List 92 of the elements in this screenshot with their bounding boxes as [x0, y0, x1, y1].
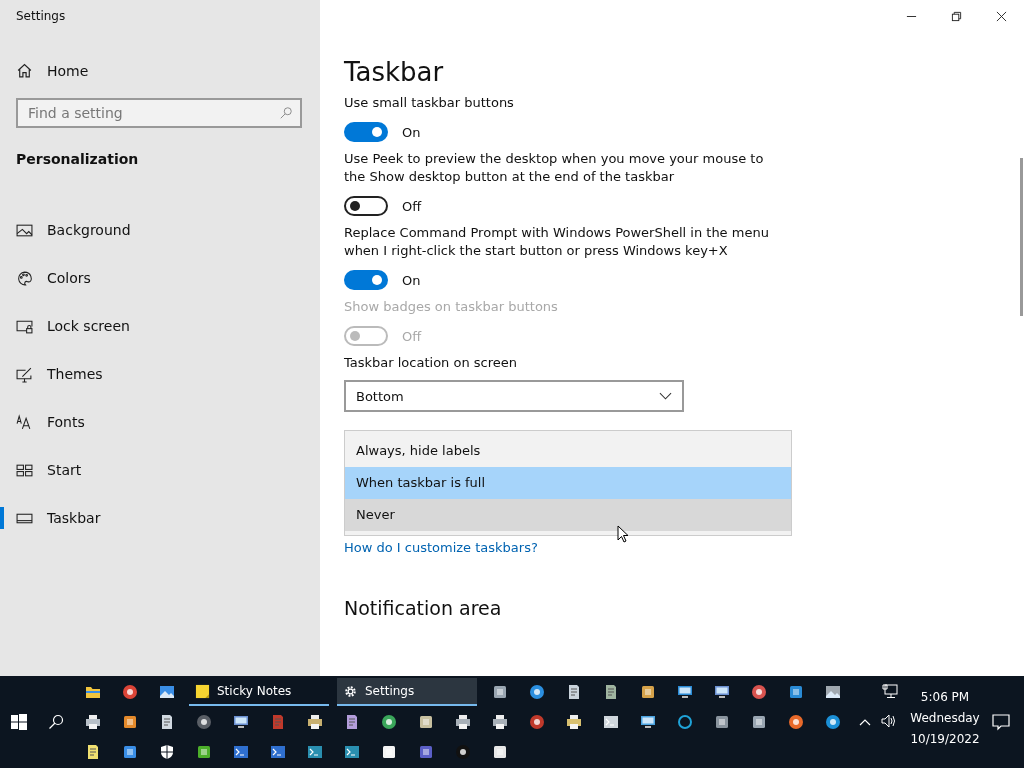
search-field[interactable]: Find a setting	[16, 98, 302, 128]
ring-icon[interactable]	[676, 714, 693, 730]
note-icon	[195, 683, 210, 699]
gear-icon	[343, 683, 358, 699]
sidebar-item[interactable]: Taskbar	[0, 494, 101, 542]
round-app-icon[interactable]	[528, 714, 545, 730]
app-tile-icon[interactable]	[417, 714, 434, 730]
sidebar-item[interactable]: Colors	[0, 254, 91, 302]
toggle-switch[interactable]	[344, 270, 388, 290]
sidebar-item[interactable]: Start	[0, 446, 82, 494]
sidebar-item[interactable]: Lock screen	[0, 302, 130, 350]
search-icon[interactable]	[47, 714, 64, 730]
round-app-icon[interactable]	[380, 714, 397, 730]
toggle-state: On	[402, 124, 421, 140]
terminal-icon[interactable]	[306, 744, 323, 760]
setting-label: Use Peek to preview the desktop when you move your mouse to the Show desktop button at the end of the taskbar	[344, 150, 765, 186]
clock-date: 10/19/2022	[910, 732, 980, 746]
round-app-icon[interactable]	[528, 684, 545, 700]
printer-icon[interactable]	[565, 714, 582, 730]
section-heading: Personalization	[16, 151, 139, 167]
round-app-icon[interactable]	[121, 684, 138, 700]
start-icon[interactable]	[10, 714, 27, 730]
dropdown-option[interactable]: Always, hide labels	[345, 435, 791, 467]
window-title: Settings	[16, 9, 66, 23]
app-tile-icon[interactable]	[713, 714, 730, 730]
shield-icon[interactable]	[158, 744, 175, 760]
help-link[interactable]: How do I customize taskbars?	[344, 540, 538, 555]
home-icon	[16, 62, 33, 79]
toggle-state: On	[402, 272, 421, 288]
app-tile-icon[interactable]	[750, 714, 767, 730]
home-link[interactable]: Home	[16, 62, 89, 79]
network-icon[interactable]	[882, 684, 898, 700]
printer-icon[interactable]	[454, 714, 471, 730]
terminal-icon[interactable]	[343, 744, 360, 760]
clock-day: Wednesday	[910, 711, 980, 725]
toggle-switch[interactable]	[344, 196, 388, 216]
search-icon	[279, 106, 293, 120]
monitor-icon[interactable]	[639, 714, 656, 730]
toggle-state: Off	[402, 328, 422, 344]
round-app-icon[interactable]	[824, 714, 841, 730]
cursor-icon	[617, 525, 629, 543]
round-app-icon[interactable]	[750, 684, 767, 700]
page-title: Taskbar	[344, 56, 444, 88]
terminal-icon[interactable]	[269, 744, 286, 760]
app-tile-icon[interactable]	[417, 744, 434, 760]
sidebar-item[interactable]: Background	[0, 206, 131, 254]
printer-icon[interactable]	[491, 714, 508, 730]
sidebar-item[interactable]: Themes	[0, 350, 103, 398]
toggle-state: Off	[402, 198, 422, 214]
round-app-icon[interactable]	[454, 744, 471, 760]
app-tile-icon[interactable]	[491, 684, 508, 700]
app-tile-icon[interactable]	[380, 744, 397, 760]
chevron-icon	[659, 392, 672, 400]
printer-icon[interactable]	[306, 714, 323, 730]
picture-icon[interactable]	[824, 684, 841, 700]
dropdown-option[interactable]: When taskbar is full	[345, 467, 791, 499]
app-tile-icon[interactable]	[639, 684, 656, 700]
section-heading: Notification area	[344, 597, 502, 619]
app-tile-icon[interactable]	[491, 744, 508, 760]
chevron-up-icon[interactable]	[859, 718, 871, 726]
folder-icon[interactable]	[84, 684, 101, 700]
speaker-icon[interactable]	[881, 713, 897, 729]
app-tile-icon[interactable]	[195, 744, 212, 760]
setting-label: Replace Command Prompt with Windows PowerShell in the menu when I right-click the start button or press Windows key+X	[344, 224, 770, 260]
app-tile-icon[interactable]	[121, 744, 138, 760]
clock-time: 5:06 PM	[920, 690, 970, 704]
sidebar-item[interactable]: Fonts	[0, 398, 85, 446]
terminal-icon[interactable]	[232, 744, 249, 760]
monitor-icon[interactable]	[232, 714, 249, 730]
taskbar-button[interactable]: Sticky Notes	[189, 678, 329, 706]
location-dropdown[interactable]: Bottom	[344, 380, 684, 412]
taskbar-button[interactable]: Settings	[337, 678, 477, 706]
theme-icon	[16, 365, 33, 383]
dropdown-option[interactable]: Never	[345, 499, 791, 531]
app-tile-icon[interactable]	[121, 714, 138, 730]
font-icon	[16, 413, 33, 431]
toggle-switch[interactable]	[344, 122, 388, 142]
monitor-icon[interactable]	[713, 684, 730, 700]
scrollbar[interactable]	[1020, 158, 1023, 316]
setting-label: Use small taskbar buttons	[344, 94, 514, 112]
picture-icon[interactable]	[158, 684, 175, 700]
monitor-icon[interactable]	[676, 684, 693, 700]
setting-label: Taskbar location on screen	[344, 354, 517, 372]
round-app-icon[interactable]	[195, 714, 212, 730]
app-tile-icon[interactable]	[787, 684, 804, 700]
terminal-icon[interactable]	[602, 714, 619, 730]
printer-icon[interactable]	[84, 714, 101, 730]
palette-icon	[16, 269, 33, 287]
setting-label: Show badges on taskbar buttons	[344, 298, 558, 316]
round-app-icon[interactable]	[787, 714, 804, 730]
notification-icon[interactable]	[992, 713, 1010, 731]
clock[interactable]: 5:06 PM Wednesday 10/19/2022	[908, 690, 982, 746]
